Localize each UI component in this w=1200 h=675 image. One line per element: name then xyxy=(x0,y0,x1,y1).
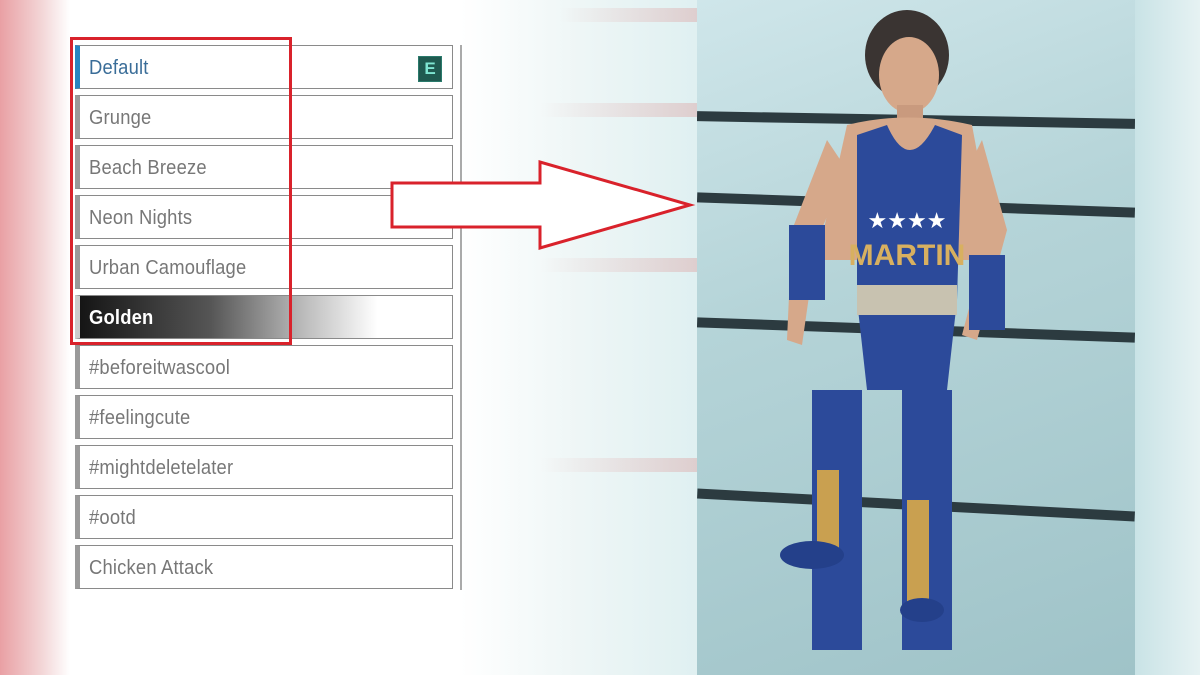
attire-item-mightdeletelater[interactable]: #mightdeletelater xyxy=(75,445,453,489)
list-scrollbar[interactable] xyxy=(460,45,462,590)
attire-label: #ootd xyxy=(89,507,136,529)
background-middle xyxy=(460,0,700,675)
decor-stripe xyxy=(560,8,700,22)
decor-stripe xyxy=(540,103,700,117)
attire-label: #feelingcute xyxy=(89,407,191,429)
decor-stripe xyxy=(540,258,700,272)
wrestler-figure: MARTIN ★★★★ xyxy=(780,10,1007,650)
attire-label: #beforeitwascool xyxy=(89,357,231,379)
attire-label: #mightdeletelater xyxy=(89,457,234,479)
decor-stripe xyxy=(540,458,700,472)
attire-item-ootd[interactable]: #ootd xyxy=(75,495,453,539)
arrow-right-icon xyxy=(390,160,696,250)
singlet-text: MARTIN xyxy=(849,239,966,272)
character-preview: MARTIN ★★★★ xyxy=(697,0,1135,675)
attire-item-chicken-attack[interactable]: Chicken Attack xyxy=(75,545,453,589)
attire-item-beforeitwascool[interactable]: #beforeitwascool xyxy=(75,345,453,389)
svg-text:★★★★: ★★★★ xyxy=(868,208,947,233)
background-right xyxy=(1135,0,1200,675)
background-left xyxy=(0,0,70,675)
attire-label: Chicken Attack xyxy=(89,557,214,579)
equipped-badge: E xyxy=(418,56,442,82)
attire-item-feelingcute[interactable]: #feelingcute xyxy=(75,395,453,439)
highlight-box xyxy=(70,37,292,345)
